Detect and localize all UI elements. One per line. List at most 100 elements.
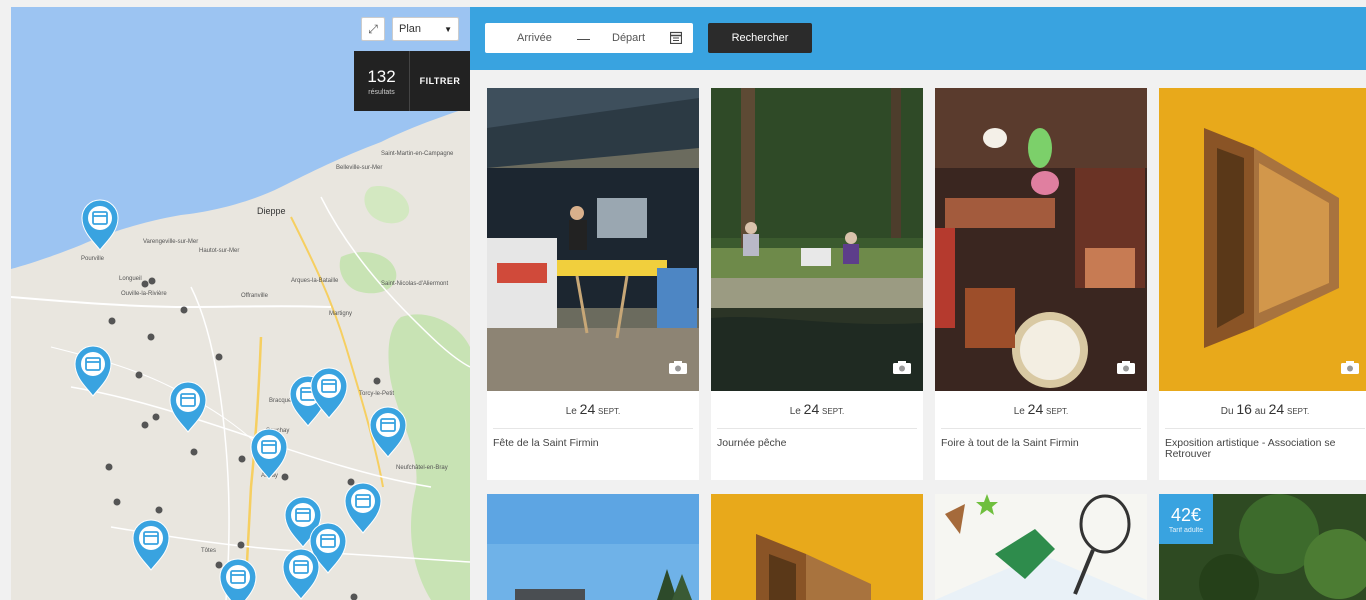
price-label: Tarif adulte <box>1168 526 1204 534</box>
map-marker-small[interactable] <box>152 413 160 421</box>
map-marker-small[interactable] <box>347 478 355 486</box>
event-card[interactable] <box>711 494 923 600</box>
fullscreen-icon: ⤢ <box>368 21 378 36</box>
event-title[interactable]: Fête de la Saint Firmin <box>493 438 693 449</box>
map-marker-small[interactable] <box>190 448 198 456</box>
date-month: SEPT. <box>598 407 621 416</box>
date-month: SEPT. <box>1046 407 1069 416</box>
event-date: Le 24 SEPT. <box>935 401 1147 417</box>
date-prefix: Du <box>1220 406 1234 417</box>
search-button[interactable]: Rechercher <box>708 23 812 53</box>
date-prefix: Le <box>1013 406 1025 417</box>
place-label: Neufchâtel-en-Bray <box>396 465 448 471</box>
map-marker-small[interactable] <box>141 421 149 429</box>
map-marker-small[interactable] <box>108 317 116 325</box>
map-marker-small[interactable] <box>281 473 289 481</box>
date-separator: — <box>577 30 590 46</box>
date-prefix: Le <box>565 406 577 417</box>
price-badge: 42€ Tarif adulte <box>1159 494 1213 544</box>
results-counter: 132 résultats FILTRER <box>354 51 470 111</box>
place-label: Hautot-sur-Mer <box>199 248 239 254</box>
place-label: Martigny <box>329 311 352 317</box>
date-day: 24 <box>1027 401 1044 417</box>
event-pin[interactable] <box>219 558 257 600</box>
event-photo[interactable] <box>487 88 699 391</box>
date-prefix: Le <box>789 406 801 417</box>
search-bar: Arrivée — Départ Rechercher <box>470 7 1366 70</box>
departure-field[interactable]: Départ <box>612 32 645 44</box>
map-marker-small[interactable] <box>237 541 245 549</box>
event-photo[interactable] <box>711 494 923 600</box>
date-month: SEPT. <box>1286 407 1310 416</box>
map-marker-small[interactable] <box>113 498 121 506</box>
event-title[interactable]: Foire à tout de la Saint Firmin <box>941 438 1141 449</box>
event-photo[interactable] <box>711 88 923 391</box>
filter-button[interactable]: FILTRER <box>410 51 470 111</box>
fullscreen-button[interactable]: ⤢ <box>361 17 385 41</box>
event-date: Le 24 SEPT. <box>711 401 923 417</box>
arrival-field[interactable]: Arrivée <box>517 32 552 44</box>
map[interactable]: Dieppe Pourville Hautot-sur-Mer Offranvi… <box>11 7 470 600</box>
date-day: 24 <box>1268 401 1285 417</box>
map-marker-small[interactable] <box>215 353 223 361</box>
event-card[interactable]: Du 16 au 24 SEPT. Exposition artistique … <box>1159 88 1366 480</box>
date-month: SEPT. <box>822 407 845 416</box>
event-card[interactable]: 42€ Tarif adulte <box>1159 494 1366 600</box>
map-marker-small[interactable] <box>215 561 223 569</box>
map-marker-small[interactable] <box>105 463 113 471</box>
date-day: 24 <box>579 401 596 417</box>
event-photo[interactable] <box>935 494 1147 600</box>
map-marker-small[interactable] <box>238 455 246 463</box>
map-type-value: Plan <box>399 23 422 35</box>
map-marker-small[interactable] <box>373 377 381 385</box>
divider <box>493 428 693 429</box>
page: Dieppe Pourville Hautot-sur-Mer Offranvi… <box>0 0 1366 600</box>
place-label: Pourville <box>81 256 105 262</box>
event-card[interactable] <box>935 494 1147 600</box>
photo-icon <box>893 361 911 374</box>
place-label: Longueil <box>119 276 142 282</box>
date-day: 16 <box>1236 401 1252 417</box>
date-middle: au <box>1254 406 1266 417</box>
place-label: Saint-Martin-en-Campagne <box>381 151 454 157</box>
event-date: Le 24 SEPT. <box>487 401 699 417</box>
event-card[interactable]: Le 24 SEPT. Fête de la Saint Firmin <box>487 88 699 480</box>
map-marker-small[interactable] <box>135 371 143 379</box>
date-day: 24 <box>803 401 820 417</box>
photo-icon <box>669 361 687 374</box>
event-title[interactable]: Journée pêche <box>717 438 917 449</box>
event-date: Du 16 au 24 SEPT. <box>1159 401 1366 417</box>
event-card[interactable]: Le 24 SEPT. Journée pêche <box>711 88 923 480</box>
price-value: 42€ <box>1170 504 1202 525</box>
results-count-label: résultats <box>368 88 395 96</box>
calendar-icon[interactable] <box>670 31 682 44</box>
place-label: Dieppe <box>257 206 286 216</box>
photo-icon <box>1341 361 1359 374</box>
divider <box>941 428 1141 429</box>
map-marker-small[interactable] <box>148 277 156 285</box>
place-label: Varengeville-sur-Mer <box>143 239 198 245</box>
place-label: Arques-la-Bataille <box>291 278 339 284</box>
results-count-box: 132 résultats <box>354 51 410 111</box>
event-card[interactable]: Le 24 SEPT. Foire à tout de la Saint Fir… <box>935 88 1147 480</box>
place-label: Ouville-la-Rivière <box>121 291 167 297</box>
results-count: 132 <box>367 66 396 86</box>
photo-icon <box>1117 361 1135 374</box>
event-photo[interactable] <box>1159 88 1366 391</box>
map-marker-small[interactable] <box>147 333 155 341</box>
place-label: Tôtes <box>201 548 216 554</box>
date-range-field[interactable]: Arrivée — Départ <box>485 23 693 53</box>
place-label: Belleville-sur-Mer <box>336 165 382 171</box>
map-marker-small[interactable] <box>141 280 149 288</box>
event-photo[interactable] <box>935 88 1147 391</box>
map-marker-small[interactable] <box>155 506 163 514</box>
place-label: Torcy-le-Petit <box>359 391 394 397</box>
map-marker-small[interactable] <box>180 306 188 314</box>
event-photo[interactable] <box>487 494 699 600</box>
place-label: Saint-Nicolas-d'Aliermont <box>381 281 449 287</box>
map-type-select[interactable]: Plan ▼ <box>392 17 459 41</box>
place-label: Offranville <box>241 293 269 299</box>
divider <box>717 428 917 429</box>
event-title[interactable]: Exposition artistique - Association se R… <box>1165 438 1365 460</box>
event-card[interactable] <box>487 494 699 600</box>
